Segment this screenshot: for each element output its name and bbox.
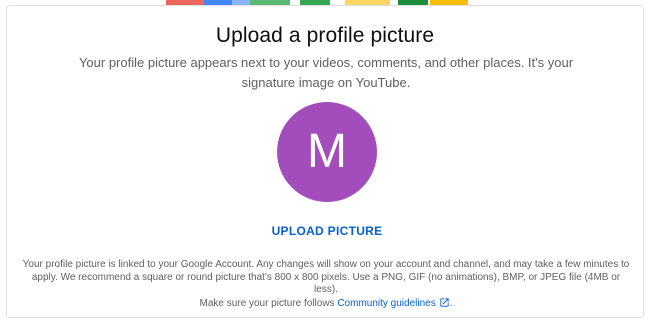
dialog-subtitle: Your profile picture appears next to you… [78,55,574,90]
fineprint-line-3-text: Make sure your picture follows [199,297,335,309]
avatar-initial: M [307,125,347,178]
avatar: M [277,102,377,202]
upload-profile-picture-dialog: Upload a profile picture Your profile pi… [6,5,644,318]
fineprint-line-1: Your profile picture is linked to your G… [22,259,630,270]
dialog-title: Upload a profile picture [215,24,435,47]
community-guidelines-link[interactable]: Community guidelines [337,298,449,309]
fineprint-line-2: apply. We recommend a square or round pi… [31,271,621,296]
upload-picture-button[interactable]: UPLOAD PICTURE [271,220,383,242]
fineprint-end: . [449,297,453,309]
open-in-new-icon [440,297,449,307]
fineprint: Your profile picture is linked to your G… [21,259,631,310]
community-guidelines-label: Community guidelines [337,297,436,309]
fineprint-line-3: Make sure your picture follows Community… [21,297,631,311]
